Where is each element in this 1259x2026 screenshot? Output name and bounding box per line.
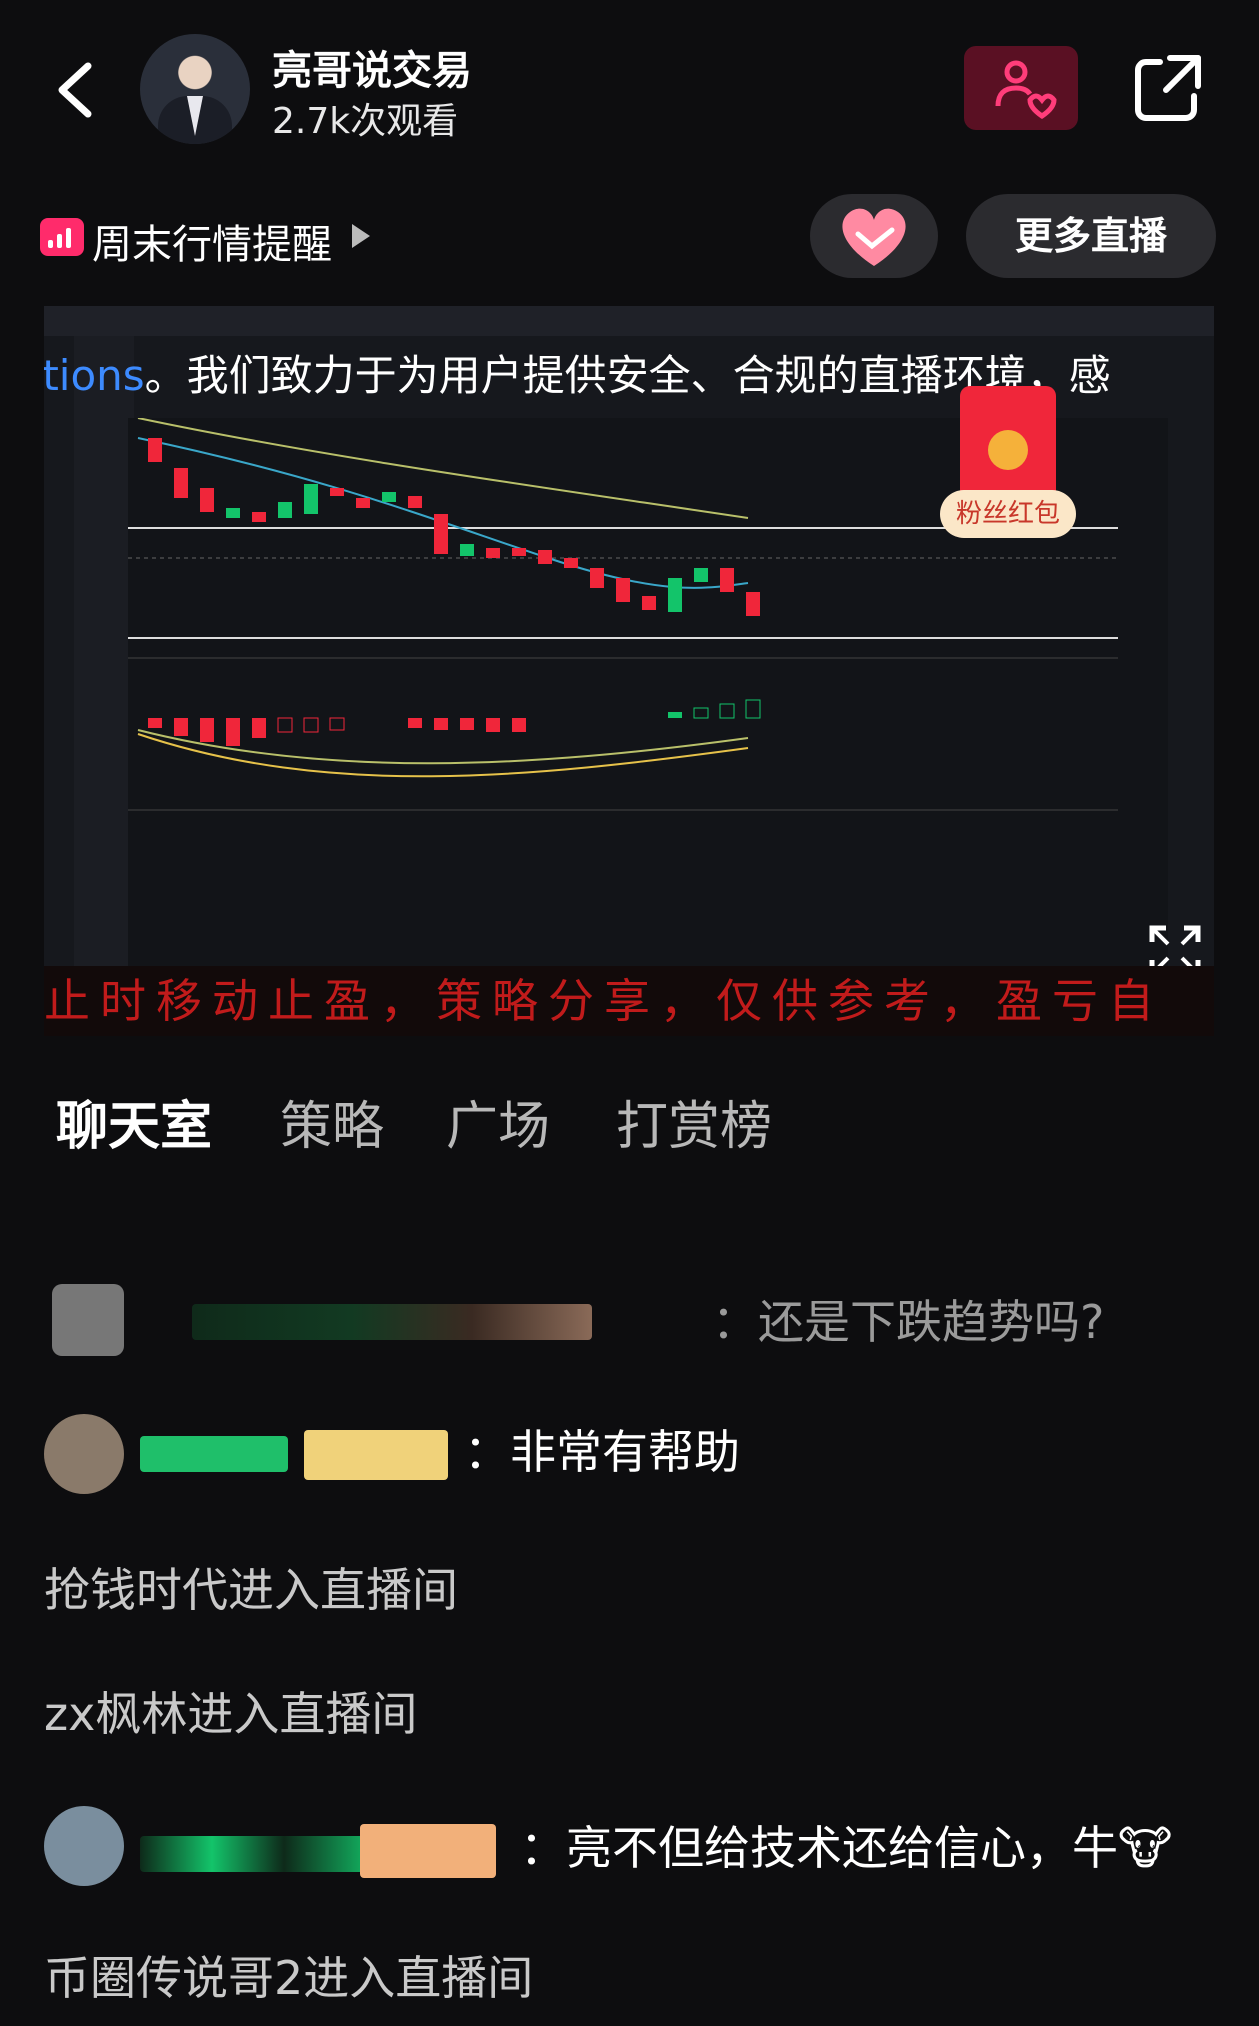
follow-button[interactable] xyxy=(964,46,1078,130)
avatar[interactable] xyxy=(44,1414,124,1494)
gift-button[interactable] xyxy=(810,194,938,278)
red-packet[interactable]: 粉丝红包 xyxy=(940,386,1076,546)
back-icon xyxy=(58,62,92,118)
chat-text: ：亮不但给技术还给信心，牛🐮 xyxy=(520,1821,1173,1875)
avatar[interactable] xyxy=(52,1284,124,1356)
view-count: 2.7k次观看 xyxy=(272,101,459,142)
system-message: zx枫林进入直播间 xyxy=(44,1687,418,1741)
user-badge xyxy=(304,1430,448,1480)
video-sidebar xyxy=(74,336,134,966)
host-avatar[interactable] xyxy=(140,34,250,144)
host-name[interactable]: 亮哥说交易 xyxy=(272,38,472,96)
system-message: 币圈传说哥2进入直播间 xyxy=(44,1951,534,2005)
live-video[interactable]: ditions。我们致力于为用户提供安全、合规的直播环境，感 粉丝红包 xyxy=(44,306,1214,1034)
user-name[interactable] xyxy=(140,1436,288,1472)
share-icon xyxy=(1135,55,1201,121)
red-packet-label: 粉丝红包 xyxy=(940,490,1076,538)
handshake-heart-icon xyxy=(842,208,906,266)
system-message: 抢钱时代进入直播间 xyxy=(44,1563,458,1617)
live-bars-icon xyxy=(40,218,84,256)
share-button[interactable] xyxy=(1130,50,1206,126)
chat-text: ：非常有帮助 xyxy=(464,1425,740,1479)
chat-text: ：还是下跌趋势吗? xyxy=(712,1295,1105,1349)
follow-heart-icon xyxy=(995,60,1057,120)
back-button[interactable] xyxy=(48,58,104,122)
topic-arrow-icon[interactable] xyxy=(352,224,370,248)
tab-square[interactable]: 广场 xyxy=(446,1084,550,1159)
tab-strategy[interactable]: 策略 xyxy=(280,1084,384,1159)
scrolling-banner: 止时移动止盈，策略分享，仅供参考，盈亏自 xyxy=(44,966,1214,1036)
tab-chatroom[interactable]: 聊天室 xyxy=(56,1084,212,1159)
video-topbar xyxy=(44,306,1214,336)
user-name[interactable] xyxy=(192,1304,592,1340)
avatar[interactable] xyxy=(44,1806,124,1886)
user-name[interactable] xyxy=(140,1836,380,1872)
more-live-button[interactable]: 更多直播 xyxy=(966,194,1216,278)
tab-leaderboard[interactable]: 打赏榜 xyxy=(616,1084,772,1159)
user-badge xyxy=(360,1824,496,1878)
live-topic[interactable]: 周末行情提醒 xyxy=(92,212,332,270)
